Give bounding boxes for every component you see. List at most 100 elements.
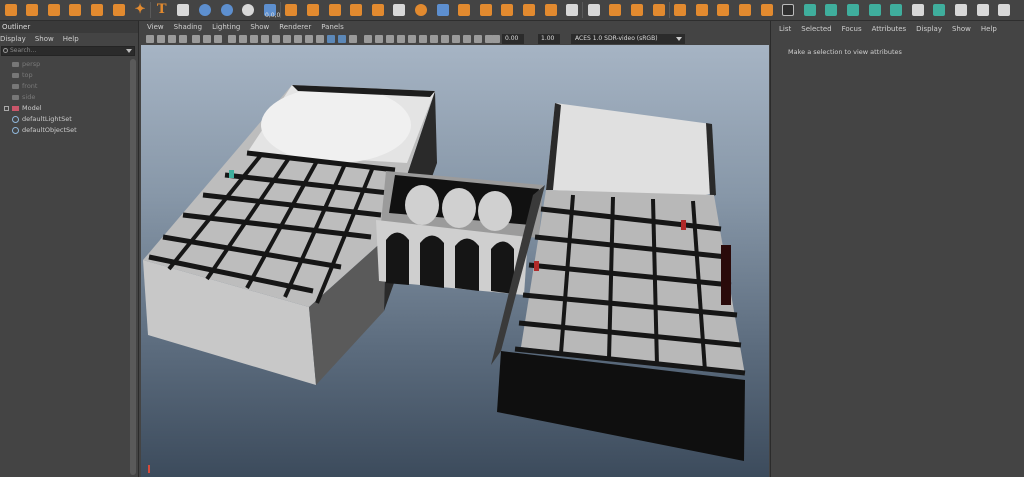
- star-icon[interactable]: ✦: [132, 1, 149, 18]
- layout-icon[interactable]: [931, 1, 948, 18]
- edge-loop-icon[interactable]: [585, 1, 602, 18]
- attr-menu-attributes[interactable]: Attributes: [872, 21, 907, 37]
- viewport-tool-icon[interactable]: [338, 35, 346, 43]
- unfold-icon[interactable]: [909, 1, 926, 18]
- snap-icon[interactable]: [780, 1, 797, 18]
- svg-icon[interactable]: [240, 1, 257, 18]
- checker-icon[interactable]: [952, 1, 969, 18]
- viewport-tool-icon[interactable]: [272, 35, 280, 43]
- multicut-icon[interactable]: [456, 1, 473, 18]
- shade-icon[interactable]: [823, 1, 840, 18]
- viewport-tool-icon[interactable]: [179, 35, 187, 43]
- outliner-menu-show[interactable]: Show: [35, 33, 54, 45]
- flip-icon[interactable]: [844, 1, 861, 18]
- viewport-tool-icon[interactable]: [157, 35, 165, 43]
- exposure-field[interactable]: 0.00: [502, 34, 524, 44]
- smooth-icon[interactable]: [348, 1, 365, 18]
- gamma-field[interactable]: 1.00: [538, 34, 560, 44]
- quad-draw-icon[interactable]: [564, 1, 581, 18]
- attr-menu-show[interactable]: Show: [952, 21, 971, 37]
- outliner-menu-help[interactable]: Help: [63, 33, 79, 45]
- pipe-icon[interactable]: T: [153, 1, 170, 18]
- connect-icon[interactable]: [672, 1, 689, 18]
- outliner-item-top[interactable]: top: [0, 70, 130, 81]
- bridge-icon[interactable]: [412, 1, 429, 18]
- soft-select-icon[interactable]: [974, 1, 991, 18]
- attr-menu-display[interactable]: Display: [916, 21, 942, 37]
- wedge-icon[interactable]: [607, 1, 624, 18]
- viewport-tool-icon[interactable]: [228, 35, 236, 43]
- cube-icon[interactable]: [2, 1, 19, 18]
- colorspace-dropdown[interactable]: ACES 1.0 SDR-video (sRGB): [571, 34, 685, 44]
- viewport-tool-icon[interactable]: [283, 35, 291, 43]
- uv-icon[interactable]: [801, 1, 818, 18]
- viewport-tool-icon[interactable]: [250, 35, 258, 43]
- viewport-tool-icon[interactable]: [386, 35, 394, 43]
- expand-icon[interactable]: [4, 106, 9, 111]
- outliner-item-defaultlightset[interactable]: defaultLightSet: [0, 114, 130, 125]
- fill-hole-icon[interactable]: [391, 1, 408, 18]
- separate-icon[interactable]: [304, 1, 321, 18]
- viewport-tool-icon[interactable]: [408, 35, 416, 43]
- outliner-item-side[interactable]: side: [0, 92, 130, 103]
- viewport-tool-icon[interactable]: [452, 35, 460, 43]
- viewport-tool-icon[interactable]: [349, 35, 357, 43]
- plane-icon[interactable]: [88, 1, 105, 18]
- attr-menu-help[interactable]: Help: [981, 21, 997, 37]
- viewport-tool-icon[interactable]: [261, 35, 269, 43]
- viewport-tool-icon[interactable]: [168, 35, 176, 43]
- attr-menu-list[interactable]: List: [779, 21, 791, 37]
- outliner-search-input[interactable]: Search...: [1, 46, 135, 56]
- viewport-menu-panels[interactable]: Panels: [321, 21, 344, 33]
- viewport-tool-icon[interactable]: [463, 35, 471, 43]
- viewport-tool-icon[interactable]: [192, 35, 200, 43]
- cut-uv-icon[interactable]: [866, 1, 883, 18]
- cylinder-icon[interactable]: [45, 1, 62, 18]
- viewport-tool-icon[interactable]: [214, 35, 222, 43]
- outliner-scrollbar[interactable]: [130, 59, 136, 475]
- target-weld-icon[interactable]: [542, 1, 559, 18]
- viewport-tool-icon[interactable]: [430, 35, 438, 43]
- viewport-menu-shading[interactable]: Shading: [174, 21, 202, 33]
- grid-icon[interactable]: [758, 1, 775, 18]
- outliner-item-defaultobjectset[interactable]: defaultObjectSet: [0, 125, 130, 136]
- merge-icon[interactable]: [520, 1, 537, 18]
- knife-icon[interactable]: [693, 1, 710, 18]
- append-icon[interactable]: [499, 1, 516, 18]
- extrude-icon[interactable]: [434, 1, 451, 18]
- viewport-tool-icon[interactable]: [474, 35, 482, 43]
- text-icon[interactable]: [218, 1, 235, 18]
- symmetry-icon[interactable]: [996, 1, 1013, 18]
- outliner-item-model[interactable]: Model: [0, 103, 130, 114]
- cone-icon[interactable]: [67, 1, 84, 18]
- viewport-menu-show[interactable]: Show: [250, 21, 269, 33]
- viewport-tool-icon[interactable]: [316, 35, 324, 43]
- viewport-tool-icon[interactable]: [364, 35, 372, 43]
- outliner-item-persp[interactable]: persp: [0, 59, 130, 70]
- viewport-menu-lighting[interactable]: Lighting: [212, 21, 240, 33]
- viewport-tool-icon[interactable]: [375, 35, 383, 43]
- viewport-tool-icon[interactable]: [419, 35, 427, 43]
- viewport-tool-icon[interactable]: [397, 35, 405, 43]
- bevel-icon[interactable]: [477, 1, 494, 18]
- sparkle-icon[interactable]: [196, 1, 213, 18]
- attr-menu-focus[interactable]: Focus: [842, 21, 862, 37]
- viewport-tool-icon[interactable]: [239, 35, 247, 43]
- slide-icon[interactable]: [715, 1, 732, 18]
- mirror-icon[interactable]: [369, 1, 386, 18]
- sphere-icon[interactable]: [24, 1, 41, 18]
- viewport-tool-icon[interactable]: [492, 35, 500, 43]
- search-options-chevron-icon[interactable]: [126, 49, 132, 53]
- viewport-tool-icon[interactable]: [203, 35, 211, 43]
- outliner-menu-display[interactable]: Display: [0, 33, 26, 45]
- torus-icon[interactable]: [110, 1, 127, 18]
- outliner-item-front[interactable]: front: [0, 81, 130, 92]
- viewport-tool-icon[interactable]: [441, 35, 449, 43]
- attr-menu-selected[interactable]: Selected: [801, 21, 831, 37]
- offset-icon[interactable]: [650, 1, 667, 18]
- sew-icon[interactable]: [888, 1, 905, 18]
- polygon-icon[interactable]: [175, 1, 192, 18]
- combine-icon[interactable]: [326, 1, 343, 18]
- viewport-menu-view[interactable]: View: [147, 21, 164, 33]
- viewport-tool-icon[interactable]: [294, 35, 302, 43]
